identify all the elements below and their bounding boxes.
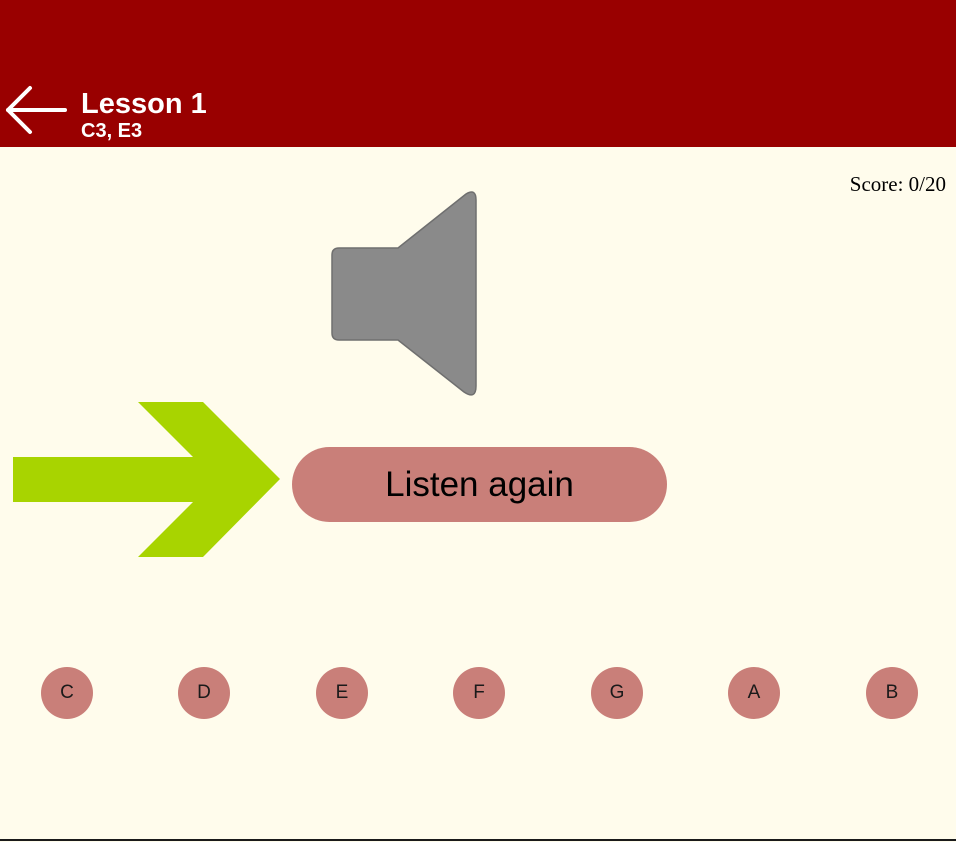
note-button-f[interactable]: F: [453, 667, 505, 719]
note-button-d[interactable]: D: [178, 667, 230, 719]
back-button[interactable]: [4, 84, 68, 136]
lesson-title: Lesson 1: [81, 88, 207, 120]
lesson-subtitle: C3, E3: [81, 120, 143, 142]
speaker-icon[interactable]: [330, 190, 480, 400]
note-button-b[interactable]: B: [866, 667, 918, 719]
note-options: C D E F G A B: [0, 667, 956, 719]
listen-again-button[interactable]: Listen again: [292, 447, 667, 522]
app-header: Lesson 1 C3, E3: [0, 0, 956, 147]
note-button-a[interactable]: A: [728, 667, 780, 719]
note-button-g[interactable]: G: [591, 667, 643, 719]
right-arrow-icon: [12, 401, 282, 558]
bottom-divider: [0, 839, 956, 841]
note-button-c[interactable]: C: [41, 667, 93, 719]
note-button-e[interactable]: E: [316, 667, 368, 719]
score-display: Score: 0/20: [849, 172, 946, 196]
back-arrow-icon: [6, 86, 67, 134]
